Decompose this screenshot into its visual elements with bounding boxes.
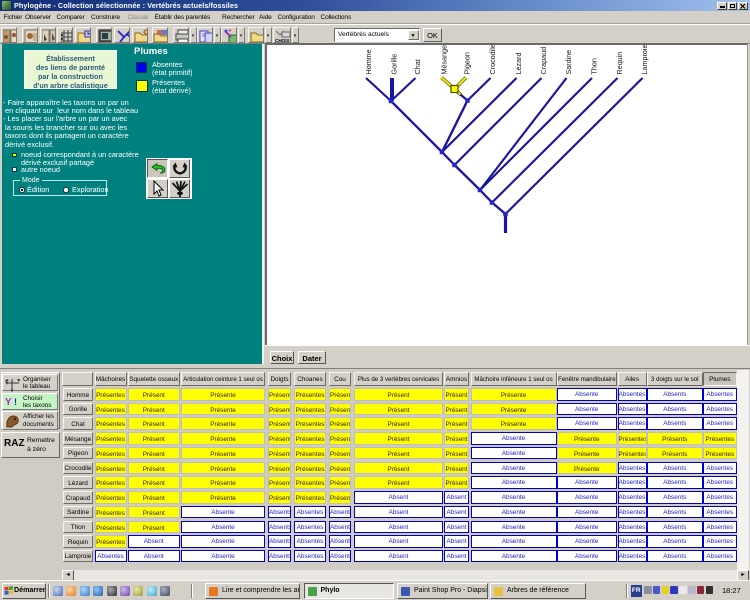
svg-text:Pigeon: Pigeon	[462, 52, 471, 74]
svg-text:!: !	[14, 397, 17, 407]
svg-text:Lamproie: Lamproie	[640, 45, 649, 75]
svg-text:Mésange: Mésange	[439, 45, 448, 75]
svg-text:Thon: Thon	[589, 58, 598, 74]
svg-text:Gorille: Gorille	[389, 54, 398, 75]
svg-text:Sardine: Sardine	[564, 50, 573, 75]
svg-text:Requin: Requin	[615, 52, 624, 75]
svg-text:Homme: Homme	[364, 49, 373, 74]
svg-text:Lézard: Lézard	[514, 53, 523, 75]
svg-text:Crapaud: Crapaud	[539, 47, 548, 75]
svg-text:Y: Y	[5, 397, 12, 408]
svg-text:Chat: Chat	[413, 59, 422, 74]
svg-text:CHOIX: CHOIX	[275, 38, 290, 43]
svg-text:Crocodile: Crocodile	[488, 45, 497, 75]
